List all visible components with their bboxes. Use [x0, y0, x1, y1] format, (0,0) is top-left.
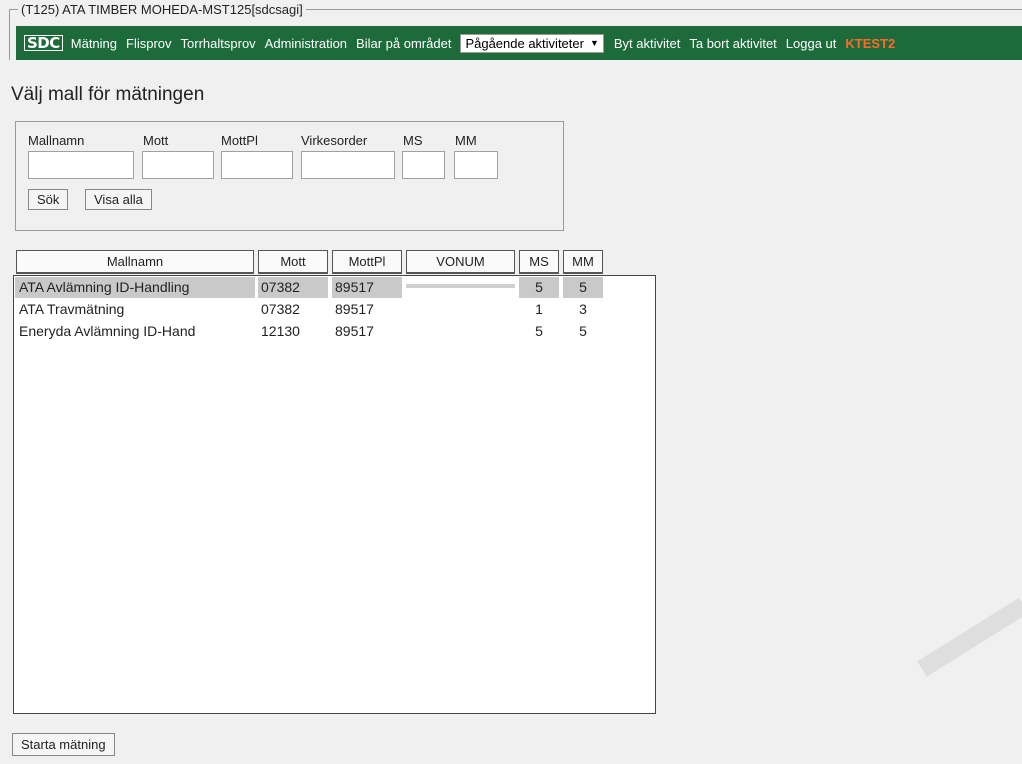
nav-administration[interactable]: Administration [265, 36, 347, 51]
column-header-mm[interactable]: MM [563, 250, 603, 274]
window-title: (T125) ATA TIMBER MOHEDA-MST125[sdcsagi] [18, 2, 306, 17]
current-user: KTEST2 [845, 35, 896, 51]
activity-select-value: Pågående aktiviteter [465, 35, 584, 51]
cell-ms: 5 [535, 279, 543, 295]
virkesorder-label: Virkesorder [301, 133, 368, 148]
search-panel: Mallnamn Mott MottPl Virkesorder MS MM S… [15, 121, 564, 231]
nav-flisprov[interactable]: Flisprov [126, 36, 172, 51]
column-header-ms[interactable]: MS [519, 250, 559, 274]
nav-logga-ut[interactable]: Logga ut [786, 36, 837, 51]
search-button[interactable]: Sök [28, 189, 69, 210]
cell-mm: 5 [579, 323, 587, 339]
start-measurement-button[interactable]: Starta mätning [12, 733, 115, 756]
nav-torrhaltsprov[interactable]: Torrhaltsprov [181, 36, 256, 51]
cell-mottpl: 89517 [335, 301, 374, 317]
cell-mott: 07382 [261, 279, 300, 295]
cell-mm: 5 [579, 279, 587, 295]
page-title: Välj mall för mätningen [11, 84, 205, 105]
cell-mallnamn: Eneryda Avlämning ID-Hand [19, 323, 196, 339]
table-row[interactable]: Eneryda Avlämning ID-Hand 12130 89517 5 … [14, 321, 655, 341]
selection-highlight [406, 284, 515, 288]
virkesorder-input[interactable] [301, 151, 395, 179]
chevron-down-icon: ▼ [589, 38, 599, 48]
nav-byt-aktivitet[interactable]: Byt aktivitet [614, 36, 680, 51]
mott-label: Mott [143, 133, 169, 148]
column-header-mott[interactable]: Mott [258, 250, 328, 274]
cell-mm: 3 [579, 301, 587, 317]
mott-input[interactable] [142, 151, 214, 179]
column-header-vonum[interactable]: VONUM [406, 250, 515, 274]
table-row[interactable]: ATA Travmätning 07382 89517 1 3 [14, 299, 655, 319]
cell-mott: 12130 [261, 323, 300, 339]
cell-mottpl: 89517 [335, 279, 374, 295]
top-navbar: SDC Mätning Flisprov Torrhaltsprov Admin… [16, 26, 1022, 60]
mallnamn-label: Mallnamn [28, 133, 85, 148]
cell-ms: 1 [535, 301, 543, 317]
nav-bilar-pa-omradet[interactable]: Bilar på området [356, 36, 451, 51]
ms-label: MS [403, 133, 423, 148]
mallnamn-input[interactable] [28, 151, 134, 179]
column-header-mallnamn[interactable]: Mallnamn [16, 250, 254, 274]
cell-mallnamn: ATA Avlämning ID-Handling [19, 279, 190, 295]
mottpl-input[interactable] [221, 151, 293, 179]
cell-mallnamn: ATA Travmätning [19, 301, 125, 317]
cell-ms: 5 [535, 323, 543, 339]
ms-input[interactable] [402, 151, 445, 179]
cell-mottpl: 89517 [335, 323, 374, 339]
cell-mott: 07382 [261, 301, 300, 317]
table-row[interactable]: ATA Avlämning ID-Handling 07382 89517 5 … [14, 277, 655, 298]
sdc-logo-icon: SDC [24, 35, 63, 51]
mm-input[interactable] [454, 151, 498, 179]
column-header-mottpl[interactable]: MottPl [332, 250, 402, 274]
nav-ta-bort-aktivitet[interactable]: Ta bort aktivitet [689, 36, 776, 51]
template-list[interactable]: ATA Avlämning ID-Handling 07382 89517 5 … [13, 275, 656, 714]
activity-select[interactable]: Pågående aktiviteter ▼ [460, 33, 604, 53]
decorative-stripe [917, 597, 1022, 677]
mm-label: MM [455, 133, 477, 148]
show-all-button[interactable]: Visa alla [85, 189, 152, 210]
nav-matning[interactable]: Mätning [71, 36, 117, 51]
mottpl-label: MottPl [221, 133, 258, 148]
